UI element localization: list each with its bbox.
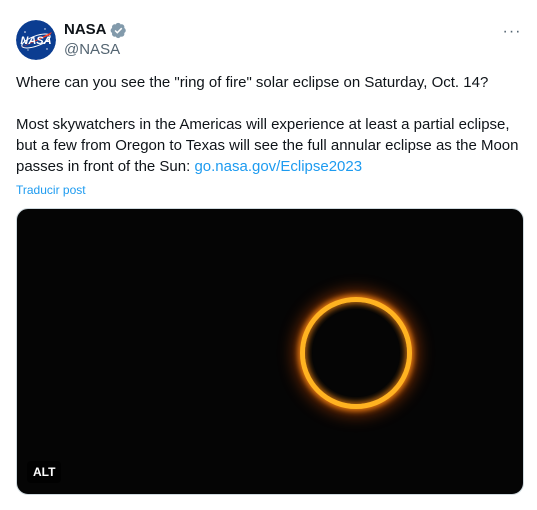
- tweet-text-paragraph-2: Most skywatchers in the Americas will ex…: [16, 114, 521, 177]
- svg-text:NASA: NASA: [20, 35, 51, 47]
- name-row: NASA: [64, 20, 127, 40]
- more-horizontal-icon: ···: [502, 23, 522, 40]
- tweet-text-line-1: Where can you see the "ring of fire" sol…: [16, 74, 489, 91]
- tweet-header: NASA @NASA: [64, 20, 127, 60]
- user-handle[interactable]: @NASA: [64, 40, 127, 60]
- moon-disc: [312, 309, 400, 397]
- eclipse-photo[interactable]: ALT: [16, 208, 524, 495]
- tweet-text: Where can you see the "ring of fire" sol…: [16, 72, 521, 177]
- verified-badge-icon[interactable]: [110, 22, 127, 39]
- nasa-logo-icon: NASA: [16, 20, 56, 60]
- display-name[interactable]: NASA: [64, 20, 107, 40]
- tweet-card: NASA NASA @NASA ··· Where can you see th…: [0, 0, 537, 510]
- avatar[interactable]: NASA: [16, 20, 56, 60]
- translate-post-link[interactable]: Traducir post: [16, 182, 86, 198]
- alt-text-badge[interactable]: ALT: [27, 461, 62, 483]
- annular-eclipse-ring: [300, 297, 412, 409]
- eclipse-link[interactable]: go.nasa.gov/Eclipse2023: [194, 158, 362, 175]
- more-options-button[interactable]: ···: [499, 22, 525, 42]
